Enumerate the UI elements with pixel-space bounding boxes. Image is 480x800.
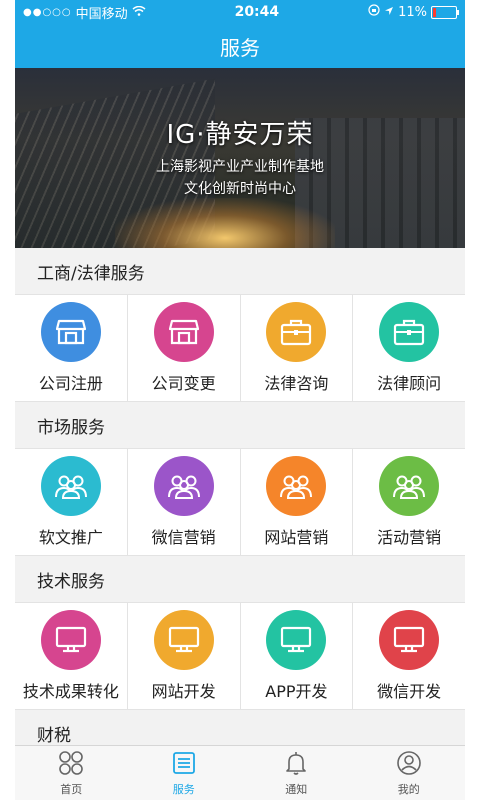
banner-line-1: 上海影视产业产业制作基地 [156, 159, 324, 175]
banner-line-2: 文化创新时尚中心 [184, 181, 296, 197]
nav-bar: 服务 [15, 24, 465, 68]
tab-label: 服务 [172, 782, 195, 796]
service-item-label: APP开发 [265, 682, 328, 701]
section-title: 技术服务 [37, 571, 105, 592]
service-item-label: 法律咨询 [264, 374, 329, 393]
service-item-label: 网站开发 [151, 682, 216, 701]
carrier-label: 中国移动 [75, 6, 128, 22]
tab-0[interactable]: 首页 [15, 746, 128, 800]
service-item[interactable]: 法律顾问 [353, 295, 465, 401]
service-item-label: 技术成果转化 [22, 682, 119, 701]
service-item-label: 活动营销 [377, 528, 442, 547]
service-item-label: 公司变更 [151, 374, 216, 393]
bell-icon [283, 750, 309, 781]
monitor-icon [379, 610, 440, 670]
service-item[interactable]: 公司变更 [128, 295, 241, 401]
briefcase-icon [379, 302, 440, 362]
grid-icon [58, 750, 84, 781]
battery-label: 11% [398, 4, 427, 20]
service-item[interactable]: 技术成果转化 [15, 603, 128, 709]
service-item-label: 软文推广 [38, 528, 103, 547]
service-item[interactable]: 微信营销 [128, 449, 241, 555]
service-grid: 软文推广 微信营销 网站营销 活动营销 [15, 448, 465, 556]
store-icon [40, 302, 101, 362]
tab-label: 我的 [397, 782, 420, 796]
app-screen: ●●○○○ 中国移动 20:44 11% 服务 IG·静安万荣 上海影视产业产业… [15, 0, 465, 800]
users-icon [379, 456, 440, 516]
tab-1[interactable]: 服务 [128, 746, 241, 800]
store-icon [153, 302, 214, 362]
banner-title: IG·静安万荣 [166, 120, 314, 150]
user-icon [396, 750, 422, 781]
users-icon [40, 456, 101, 516]
section-title: 工商/法律服务 [37, 263, 145, 284]
monitor-icon [266, 610, 327, 670]
service-item[interactable]: 网站营销 [241, 449, 354, 555]
service-item[interactable]: 活动营销 [353, 449, 465, 555]
tab-3[interactable]: 我的 [353, 746, 466, 800]
tab-label: 首页 [60, 782, 83, 796]
signal-icon: ●●○○○ [23, 6, 72, 18]
service-item[interactable]: 法律咨询 [241, 295, 354, 401]
service-item[interactable]: 网站开发 [128, 603, 241, 709]
list-icon [171, 750, 197, 781]
service-item-label: 微信营销 [151, 528, 216, 547]
clock: 20:44 [234, 4, 280, 20]
service-item[interactable]: APP开发 [241, 603, 354, 709]
status-bar: ●●○○○ 中国移动 20:44 11% [15, 0, 465, 24]
tab-label: 通知 [285, 782, 308, 796]
service-item-label: 网站营销 [264, 528, 329, 547]
service-sections: 工商/法律服务 公司注册 公司变更 法律咨询 法律顾问市场服务软文推广 微信营销 网站营销 活… [15, 248, 465, 756]
service-item-label: 公司注册 [38, 374, 103, 393]
users-icon [266, 456, 327, 516]
users-icon [153, 456, 214, 516]
banner-image[interactable]: IG·静安万荣 上海影视产业产业制作基地 文化创新时尚中心 [15, 68, 465, 248]
location-icon [384, 5, 394, 20]
service-item[interactable]: 公司注册 [15, 295, 128, 401]
service-item-label: 法律顾问 [377, 374, 442, 393]
monitor-icon [40, 610, 101, 670]
tab-2[interactable]: 通知 [240, 746, 353, 800]
section-title: 市场服务 [37, 417, 105, 438]
rotation-lock-icon [368, 4, 380, 20]
service-grid: 公司注册 公司变更 法律咨询 法律顾问 [15, 294, 465, 402]
briefcase-icon [266, 302, 327, 362]
tab-bar: 首页 服务 通知 我的 [15, 745, 465, 800]
service-item-label: 微信开发 [377, 682, 442, 701]
top-bar: ●●○○○ 中国移动 20:44 11% 服务 [15, 0, 465, 68]
service-grid: 技术成果转化 网站开发 APP开发 微信开发 [15, 602, 465, 710]
service-item[interactable]: 软文推广 [15, 449, 128, 555]
service-item[interactable]: 微信开发 [353, 603, 465, 709]
monitor-icon [153, 610, 214, 670]
page-title: 服务 [220, 35, 260, 60]
battery-icon [430, 5, 459, 19]
wifi-icon [132, 5, 146, 20]
